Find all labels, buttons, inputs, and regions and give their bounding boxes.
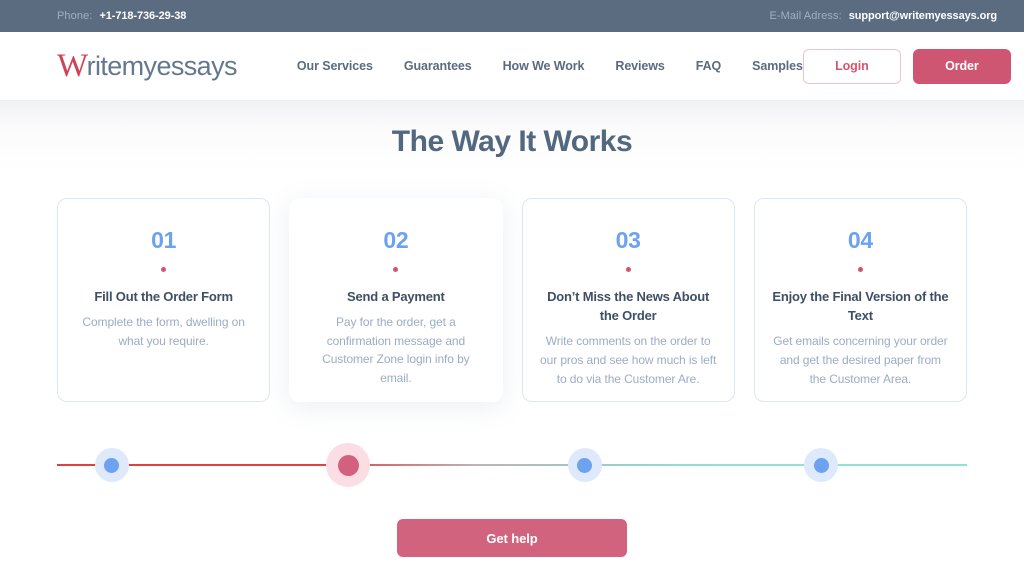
header-actions: Login Order: [802, 48, 1011, 84]
stepper-dot-core: [813, 457, 829, 473]
step-title: Don’t Miss the News About the Order: [547, 289, 710, 324]
step-description: Complete the form, dwelling on what you …: [82, 315, 245, 348]
step-title: Send a Payment: [347, 289, 445, 304]
email-label: E-Mail Adress:: [769, 10, 842, 22]
step-bullet-dot-icon: [393, 267, 399, 272]
steps-card-list: 01 Fill Out the Order Form Complete the …: [0, 198, 1024, 402]
email-block: E-Mail Adress: support@writemyessays.org: [769, 10, 997, 22]
step-card-02[interactable]: 02 Send a Payment Pay for the order, get…: [289, 198, 503, 402]
email-value[interactable]: support@writemyessays.org: [849, 10, 997, 22]
step-title: Enjoy the Final Version of the Text: [772, 289, 949, 324]
stepper-dot-3[interactable]: [567, 448, 602, 482]
stepper-dot-core: [577, 457, 593, 473]
login-button[interactable]: Login: [802, 48, 901, 84]
step-card-01[interactable]: 01 Fill Out the Order Form Complete the …: [57, 198, 271, 402]
logo-wordmark: ritemyessays: [86, 50, 238, 81]
page-title: The Way It Works: [391, 125, 633, 158]
step-number: 01: [151, 227, 177, 253]
nav-item-our-services[interactable]: Our Services: [297, 59, 373, 73]
nav-item-faq[interactable]: FAQ: [696, 59, 722, 73]
phone-value[interactable]: +1-718-736-29-38: [99, 10, 186, 22]
site-logo[interactable]: Writemyessays: [57, 49, 238, 82]
step-description: Get emails concerning your order and get…: [773, 334, 948, 386]
nav-item-how-we-work[interactable]: How We Work: [503, 59, 585, 73]
order-button[interactable]: Order: [912, 48, 1011, 84]
step-number: 04: [847, 227, 873, 253]
step-bullet-dot-icon: [161, 267, 167, 272]
stepper-dot-4[interactable]: [804, 448, 839, 482]
main-navigation: Our Services Guarantees How We Work Revi…: [297, 59, 803, 73]
site-header: Writemyessays Our Services Guarantees Ho…: [0, 32, 1024, 101]
step-title: Fill Out the Order Form: [94, 289, 233, 304]
step-number: 03: [615, 227, 641, 253]
nav-item-reviews[interactable]: Reviews: [615, 59, 664, 73]
step-card-03[interactable]: 03 Don’t Miss the News About the Order W…: [521, 198, 735, 402]
stepper-dot-1[interactable]: [94, 448, 129, 482]
stepper-dot-core: [104, 457, 120, 473]
stepper-dot-2-active[interactable]: [326, 443, 371, 487]
step-number: 02: [383, 227, 409, 253]
phone-label: Phone:: [57, 10, 93, 22]
utility-bar: Phone: +1-718-736-29-38 E-Mail Adress: s…: [0, 0, 1024, 32]
step-bullet-dot-icon: [857, 267, 863, 272]
cta-container: Get help: [0, 519, 1024, 557]
progress-stepper: [57, 443, 967, 487]
step-bullet-dot-icon: [625, 267, 631, 272]
step-description: Pay for the order, get a confirmation me…: [322, 315, 470, 386]
nav-item-samples[interactable]: Samples: [752, 59, 803, 73]
stepper-dot-core: [337, 454, 359, 476]
step-description: Write comments on the order to our pros …: [540, 334, 717, 386]
phone-block: Phone: +1-718-736-29-38: [57, 10, 186, 22]
get-help-button[interactable]: Get help: [397, 519, 627, 557]
nav-item-guarantees[interactable]: Guarantees: [404, 59, 472, 73]
how-it-works-section: The Way It Works 01 Fill Out the Order F…: [0, 101, 1024, 573]
step-card-04[interactable]: 04 Enjoy the Final Version of the Text G…: [753, 198, 967, 402]
